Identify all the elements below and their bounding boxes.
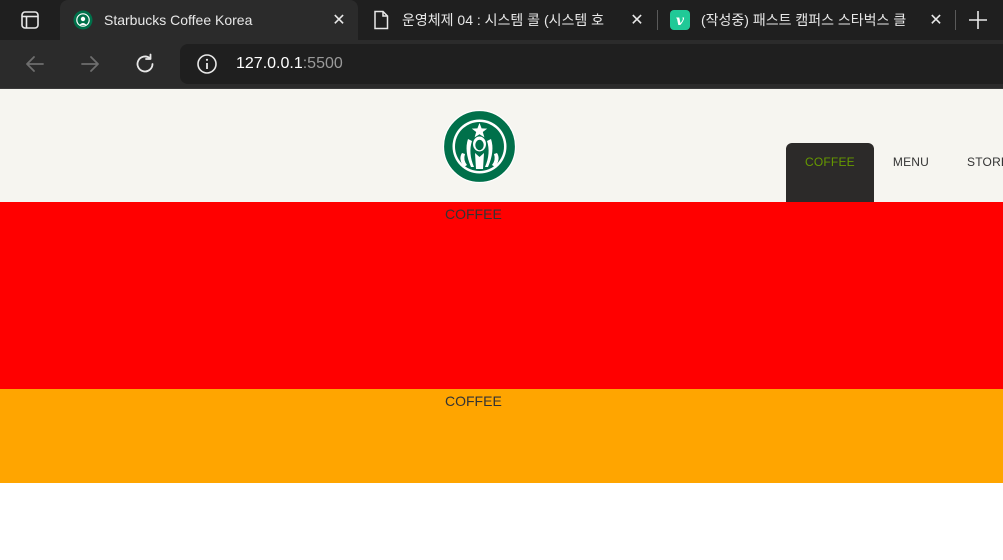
back-button[interactable]	[21, 50, 49, 78]
tab-actions-button[interactable]	[0, 0, 60, 40]
browser-toolbar: 127.0.0.1:5500	[0, 40, 1003, 88]
arrow-right-icon	[81, 56, 99, 72]
reload-button[interactable]	[131, 50, 159, 78]
close-icon[interactable]: ✕	[924, 8, 948, 32]
browser-tab-os-syscall[interactable]: 운영체제 04 : 시스템 콜 (시스템 호 ✕	[358, 0, 656, 40]
url-host: 127.0.0.1	[236, 55, 303, 72]
menu-item-coffee[interactable]: COFFEE	[786, 143, 874, 202]
coffee-section-orange: COFFEE	[0, 389, 1003, 483]
new-tab-button[interactable]	[964, 6, 992, 34]
main-menu: COFFEE MENU STORE	[786, 143, 1003, 202]
site-header: COFFEE MENU STORE	[0, 89, 1003, 202]
section-label: COFFEE	[445, 393, 502, 409]
coffee-section-red: COFFEE	[0, 202, 1003, 389]
section-label: COFFEE	[445, 206, 502, 222]
close-icon[interactable]: ✕	[625, 8, 649, 32]
tab-title: Starbucks Coffee Korea	[104, 12, 253, 28]
arrow-left-icon	[26, 56, 44, 72]
menu-item-menu[interactable]: MENU	[874, 143, 948, 202]
browser-tab-starbucks[interactable]: Starbucks Coffee Korea ✕	[60, 0, 358, 40]
svg-text:v: v	[676, 13, 685, 29]
tab-title: 운영체제 04 : 시스템 콜 (시스템 호	[402, 12, 605, 28]
menu-item-store[interactable]: STORE	[948, 143, 1003, 202]
tab-title: (작성중) 패스트 캠퍼스 스타벅스 클	[701, 12, 907, 28]
starbucks-logo[interactable]	[442, 109, 517, 184]
browser-tab-velog[interactable]: v (작성중) 패스트 캠퍼스 스타벅스 클 ✕	[657, 0, 955, 40]
address-bar[interactable]: 127.0.0.1:5500	[180, 44, 1003, 84]
tab-divider	[955, 10, 956, 30]
url-port: :5500	[302, 55, 343, 72]
document-icon	[371, 10, 391, 30]
reload-icon	[136, 53, 154, 73]
url-text: 127.0.0.1:5500	[236, 55, 343, 73]
close-icon[interactable]: ✕	[327, 8, 351, 32]
velog-icon: v	[670, 10, 690, 30]
plus-icon	[969, 11, 987, 29]
tab-actions-icon	[21, 11, 39, 29]
forward-button[interactable]	[76, 50, 104, 78]
info-icon[interactable]	[196, 53, 218, 75]
starbucks-favicon	[73, 10, 93, 30]
browser-tab-strip: Starbucks Coffee Korea ✕ 운영체제 04 : 시스템 콜…	[0, 0, 1003, 40]
